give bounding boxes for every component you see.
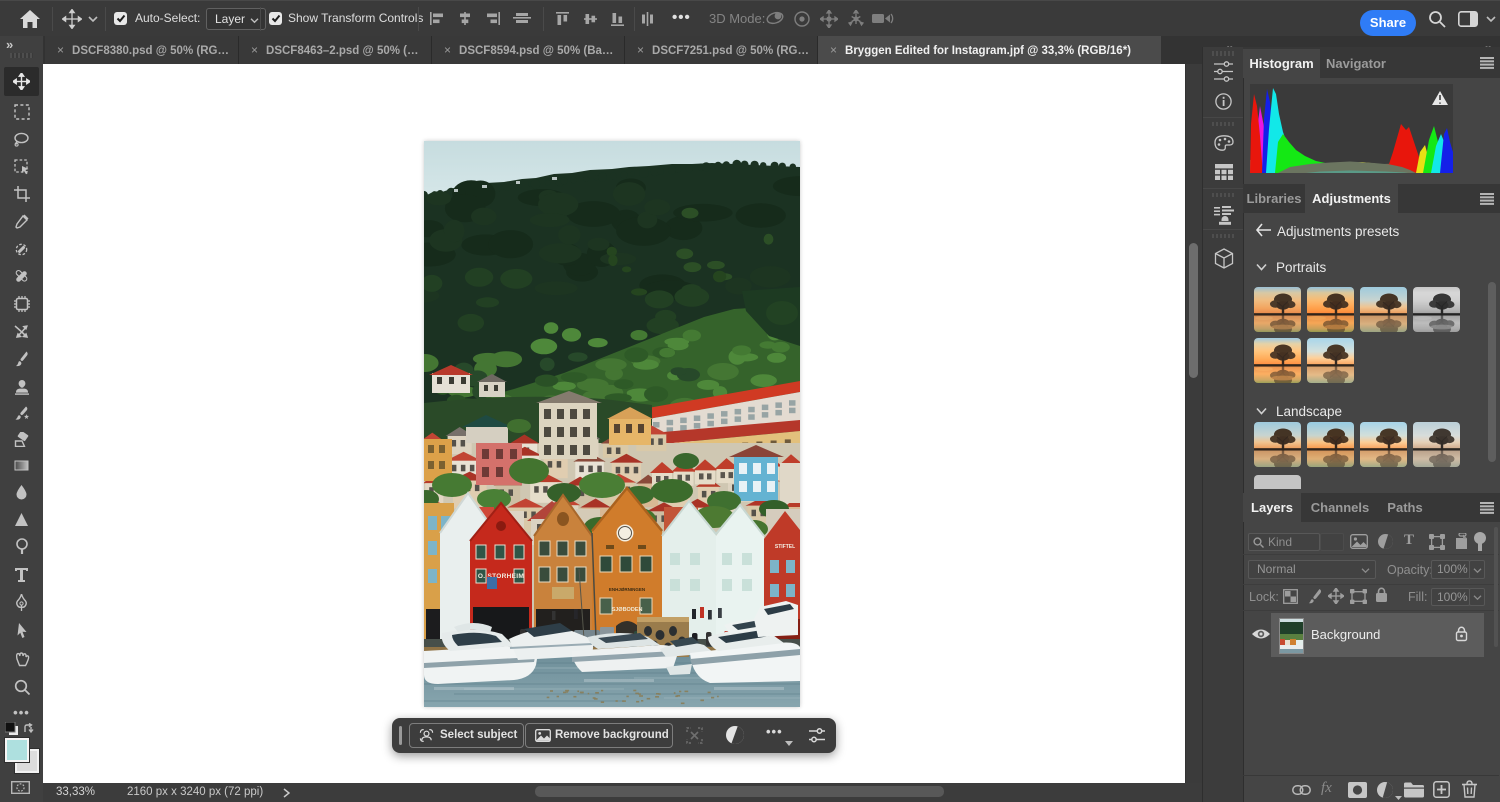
svg-text:O. STORHEIM: O. STORHEIM (478, 573, 524, 580)
svg-text:ENHJØRNINGEN: ENHJØRNINGEN (609, 587, 645, 592)
svg-text:STIFTEL: STIFTEL (775, 544, 795, 550)
svg-text:SJØBODEN: SJØBODEN (612, 607, 643, 613)
